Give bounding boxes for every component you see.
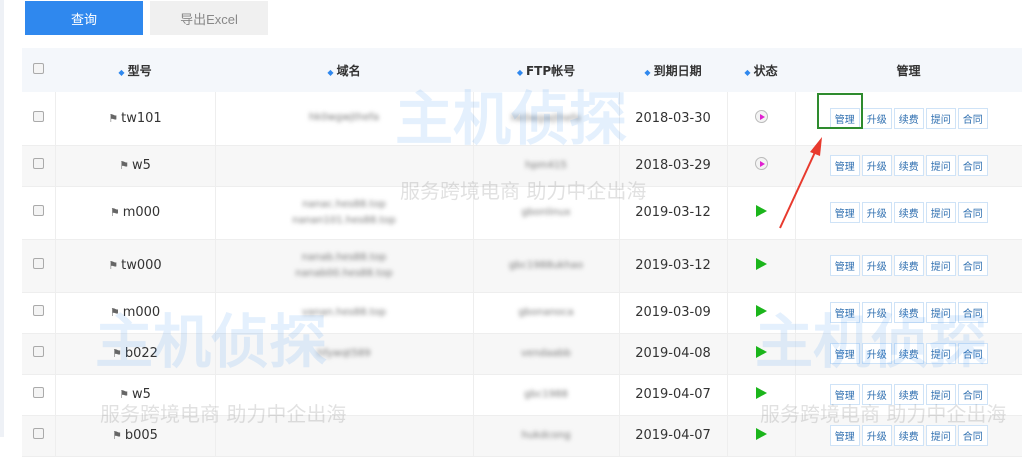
annotation-arrow: [779, 137, 822, 229]
